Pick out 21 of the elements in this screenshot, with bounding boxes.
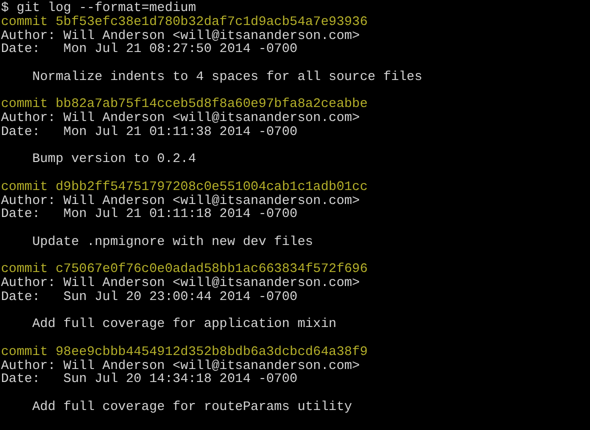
commit-hash-line: commit bb82a7ab75f14cceb5d8f8a60e97bfa8a2ceabbe xyxy=(1,97,368,111)
commit-message: Bump version to 0.2.4 xyxy=(31,152,196,166)
author-line: Author: Will Anderson <will@itsananderson.com> xyxy=(1,194,360,208)
commit-message: Update .npmignore with new dev files xyxy=(31,234,314,248)
commit-message: Add full coverage for routeParams utility xyxy=(31,400,352,414)
commit-hash-line: commit c75067e0f76c0e0adad58bb1ac663834f572f696 xyxy=(1,262,368,276)
commit-hash-line: commit 5bf53efc38e1d780b32daf7c1d9acb54a7e93936 xyxy=(1,14,368,28)
commit-hash-line: commit d9bb2ff54751797208c0e551004cab1c1adb01cc xyxy=(1,180,368,194)
author-line: Author: Will Anderson <will@itsananderson.com> xyxy=(1,28,360,42)
commit-message: Normalize indents to 4 spaces for all source files xyxy=(31,70,422,84)
author-line: Author: Will Anderson <will@itsananderson.com> xyxy=(1,111,360,125)
commit-hash-line: commit 98ee9cbbb4454912d352b8bdb6a3dcbcd64a38f9 xyxy=(1,344,368,358)
date-line: Date: Mon Jul 21 01:11:38 2014 -0700 xyxy=(1,124,298,138)
commit-message: Add full coverage for application mixin xyxy=(31,317,336,331)
author-line: Author: Will Anderson <will@itsananderson.com> xyxy=(1,358,360,372)
author-line: Author: Will Anderson <will@itsananderson.com> xyxy=(1,276,360,290)
date-line: Date: Mon Jul 21 08:27:50 2014 -0700 xyxy=(1,42,298,56)
date-line: Date: Mon Jul 21 01:11:18 2014 -0700 xyxy=(1,207,298,221)
date-line: Date: Sun Jul 20 14:34:18 2014 -0700 xyxy=(1,372,298,386)
date-line: Date: Sun Jul 20 23:00:44 2014 -0700 xyxy=(1,290,298,304)
command-line: $ git log --format=medium xyxy=(1,1,196,15)
